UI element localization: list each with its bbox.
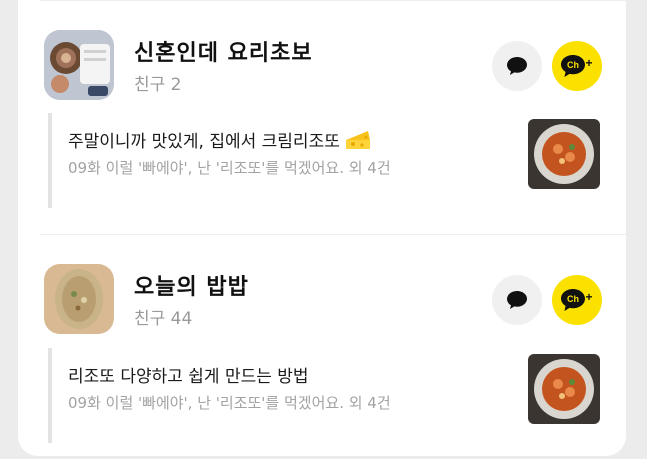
chat-bubble-icon — [507, 57, 527, 75]
channel-avatar[interactable] — [44, 30, 114, 100]
friend-count: 친구 44 — [134, 309, 193, 329]
post-subtitle: 09화 이럴 '빠에야', 난 '리조또'를 먹겠어요. 외 4건 — [68, 394, 391, 412]
friend-count: 친구 2 — [134, 75, 182, 95]
post-thumbnail[interactable] — [528, 354, 600, 424]
channel-add-icon: Ch + — [561, 55, 593, 77]
channel-name: 신혼인데 요리초보 — [134, 41, 313, 66]
quote-bar — [48, 113, 52, 208]
post-title-row: 주말이니까 맛있게, 집에서 크림리조또 — [68, 127, 372, 152]
channel-add-button[interactable]: Ch + — [552, 275, 602, 325]
chat-bubble-icon — [507, 291, 527, 309]
post-thumbnail[interactable] — [528, 119, 600, 189]
plus-label: + — [585, 290, 592, 304]
quote-bar — [48, 348, 52, 443]
top-divider — [40, 0, 626, 1]
channel-add-icon: Ch + — [561, 289, 593, 311]
post-subtitle: 09화 이럴 '빠에야', 난 '리조또'를 먹겠어요. 외 4건 — [68, 159, 391, 177]
plus-label: + — [585, 56, 592, 70]
cheese-emoji-icon — [345, 131, 370, 149]
channel-list-panel: 신혼인데 요리초보 친구 2 Ch + 주말이니까 맛있게, 집에서 크림리조또… — [18, 0, 626, 456]
post-title: 주말이니까 맛있게, 집에서 크림리조또 — [68, 132, 340, 152]
chat-button[interactable] — [492, 41, 542, 91]
channel-header[interactable]: 신혼인데 요리초보 친구 2 Ch + — [44, 30, 626, 110]
channel-avatar[interactable] — [44, 264, 114, 334]
ch-label: Ch — [567, 60, 579, 70]
post-preview[interactable]: 리조또 다양하고 쉽게 만드는 방법 09화 이럴 '빠에야', 난 '리조또'… — [48, 348, 600, 443]
channel-name: 오늘의 밥밥 — [134, 275, 249, 300]
channel-add-button[interactable]: Ch + — [552, 41, 602, 91]
section-divider — [40, 234, 626, 235]
channel-header[interactable]: 오늘의 밥밥 친구 44 Ch + — [44, 264, 626, 344]
post-title: 리조또 다양하고 쉽게 만드는 방법 — [68, 367, 309, 387]
chat-button[interactable] — [492, 275, 542, 325]
post-preview[interactable]: 주말이니까 맛있게, 집에서 크림리조또 09화 이럴 '빠에야', 난 '리조… — [48, 113, 600, 208]
ch-label: Ch — [567, 294, 579, 304]
